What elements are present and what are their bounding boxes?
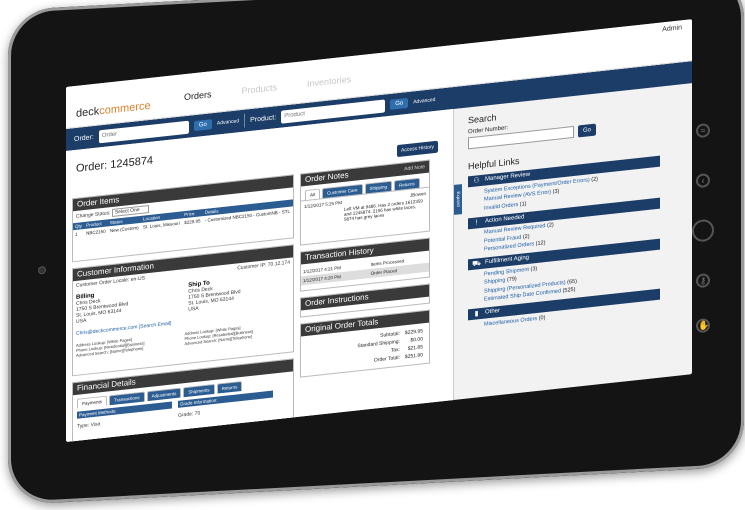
hand-icon: ✋ bbox=[696, 318, 710, 333]
order-go-button[interactable]: Go bbox=[193, 119, 212, 132]
totals-table: Subtotal: $229.95 Standard Shipping: $0.00… bbox=[355, 326, 425, 368]
total-value: $21.85 bbox=[407, 344, 423, 352]
back-icon: ‹ bbox=[696, 173, 710, 188]
notes-tab-all[interactable]: All bbox=[305, 188, 321, 201]
alert-icon: ! bbox=[475, 218, 478, 227]
add-note-link[interactable]: Add Note bbox=[404, 161, 425, 175]
order-detail: Order: 1245874 Access History Order Item… bbox=[66, 108, 454, 442]
cell-price: $229.95 bbox=[184, 218, 201, 226]
link-label: Invalid Orders bbox=[484, 201, 519, 212]
cell-product: NBC2150 bbox=[86, 228, 106, 236]
right-sidebar: Search Order Number: Go Helpful Links ⚇ M… bbox=[462, 83, 692, 408]
link-count: (65) bbox=[567, 278, 577, 286]
total-value: $251.80 bbox=[404, 352, 423, 361]
link-count: (12) bbox=[535, 240, 546, 248]
nav-products[interactable]: Products bbox=[242, 82, 278, 96]
order-totals-panel: Original Order Totals Subtotal: $229.95 S… bbox=[300, 309, 430, 378]
change-status-label: Change Status: bbox=[76, 210, 111, 220]
link-count: (79) bbox=[506, 276, 517, 284]
logo: deckcommerce bbox=[76, 99, 151, 120]
section-title: Other bbox=[485, 307, 501, 316]
order-label: Order: bbox=[74, 133, 94, 143]
link-count: (2) bbox=[591, 175, 599, 183]
link-count: (525) bbox=[562, 286, 576, 295]
product-go-button[interactable]: Go bbox=[390, 97, 409, 110]
tablet-frame: ≈ ‹ ⚷ ✋ Admin deckcommerce Orders Produc… bbox=[8, 0, 744, 506]
nav-inventories[interactable]: Inventories bbox=[307, 74, 351, 89]
total-value: $0.00 bbox=[410, 336, 423, 344]
billing-lookup: Address Lookup: [White Pages] Phone Look… bbox=[76, 335, 145, 358]
truck-icon: ⛟ bbox=[472, 260, 481, 268]
order-advanced-link[interactable]: Advanced bbox=[217, 118, 239, 126]
divider bbox=[244, 113, 246, 128]
billing-address: Billing Chris Deck 1750 S Brentwood Blvd… bbox=[76, 289, 128, 325]
link-count: (1) bbox=[519, 200, 527, 208]
access-history-button[interactable]: Access History bbox=[397, 140, 439, 158]
customer-info-panel: Customer Information Customer Order Loca… bbox=[72, 244, 294, 377]
total-value: $229.95 bbox=[404, 328, 423, 337]
cell-qty: 1 bbox=[75, 231, 78, 237]
link-count: (2) bbox=[522, 233, 530, 240]
home-button[interactable] bbox=[692, 219, 714, 243]
expand-toggle[interactable]: Expand bbox=[454, 184, 462, 215]
link-count: (2) bbox=[546, 222, 554, 229]
link-count: (3) bbox=[530, 265, 538, 273]
ship-lookup: Address Lookup: [White Pages] Phone Look… bbox=[185, 324, 254, 346]
camera-icon bbox=[38, 266, 46, 275]
page-title: Order: 1245874 bbox=[76, 154, 154, 175]
bookmark-icon: ▮ bbox=[474, 310, 479, 318]
transaction-history-panel: Transaction History 1/12/2017 4:21 PM Ite… bbox=[300, 237, 430, 292]
app-screen: Admin deckcommerce Orders Products Inven… bbox=[66, 19, 692, 442]
order-notes-panel: Order Notes Add Note All Customer Care Sh… bbox=[300, 159, 430, 246]
link-count: (3) bbox=[552, 188, 560, 196]
key-icon: ⚷ bbox=[696, 273, 710, 288]
wifi-icon: ≈ bbox=[696, 123, 710, 138]
main-nav: Orders Products Inventories bbox=[184, 74, 351, 102]
admin-link[interactable]: Admin bbox=[662, 24, 682, 33]
binoculars-icon: ⚇ bbox=[473, 177, 480, 185]
order-number-go-button[interactable]: Go bbox=[578, 123, 597, 138]
nav-orders[interactable]: Orders bbox=[184, 89, 212, 102]
product-advanced-link[interactable]: Advanced bbox=[413, 97, 435, 105]
shipto-address: Ship To Chris Deck 1750 S Brentwood Blvd… bbox=[188, 277, 240, 312]
order-notes-label: Order Notes bbox=[305, 170, 349, 185]
product-label: Product: bbox=[250, 113, 277, 124]
link-count: (0) bbox=[538, 314, 546, 322]
